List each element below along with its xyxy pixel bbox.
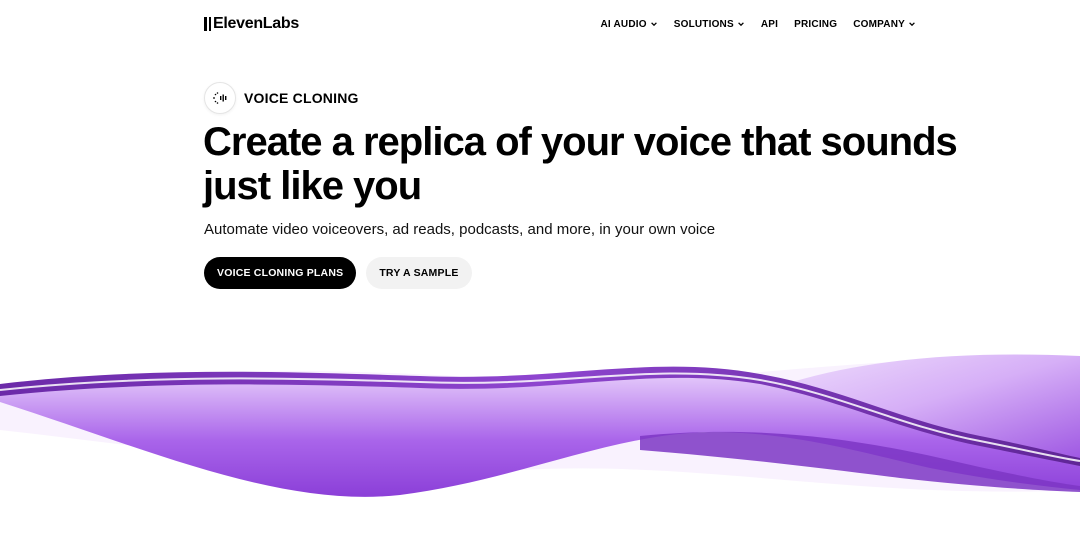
- nav-item-label: COMPANY: [853, 18, 905, 30]
- nav-item-label: AI AUDIO: [600, 18, 647, 30]
- logo-bars-icon: [204, 17, 211, 31]
- nav-item-ai-audio[interactable]: AI AUDIO: [600, 19, 657, 30]
- headline-line-2: just like you: [203, 164, 422, 208]
- product-badge: VOICE CLONING: [204, 82, 359, 114]
- hero-subtitle: Automate video voiceovers, ad reads, pod…: [204, 221, 716, 238]
- badge-label: VOICE CLONING: [244, 90, 359, 106]
- nav-item-company[interactable]: COMPANY: [853, 19, 916, 30]
- try-a-sample-button[interactable]: TRY A SAMPLE: [366, 257, 472, 289]
- nav-item-label: PRICING: [794, 18, 838, 30]
- voice-cloning-plans-button[interactable]: VOICE CLONING PLANS: [204, 257, 357, 289]
- site-header: ElevenLabs AI AUDIO SOLUTIONS API PRICIN…: [204, 12, 916, 36]
- nav-item-pricing[interactable]: PRICING: [794, 19, 837, 30]
- page: ElevenLabs AI AUDIO SOLUTIONS API PRICIN…: [0, 0, 1080, 537]
- main-nav: AI AUDIO SOLUTIONS API PRICING COMPANY: [600, 19, 916, 30]
- brand-name: ElevenLabs: [213, 15, 299, 32]
- brand-logo[interactable]: ElevenLabs: [204, 15, 299, 33]
- nav-item-label: SOLUTIONS: [673, 18, 734, 30]
- voice-waves-icon: [204, 82, 236, 114]
- chevron-down-icon: [738, 22, 744, 27]
- chevron-down-icon: [650, 22, 657, 27]
- nav-item-label: API: [760, 18, 779, 30]
- cta-group: VOICE CLONING PLANS TRY A SAMPLE: [204, 257, 472, 289]
- wave-illustration: [0, 354, 1080, 497]
- page-title: Create a replica of your voice that soun…: [203, 120, 963, 208]
- nav-item-solutions[interactable]: SOLUTIONS: [674, 19, 745, 30]
- nav-item-api[interactable]: API: [761, 19, 778, 30]
- headline-line-1: Create a replica of your voice that soun…: [203, 120, 958, 164]
- chevron-down-icon: [909, 22, 915, 27]
